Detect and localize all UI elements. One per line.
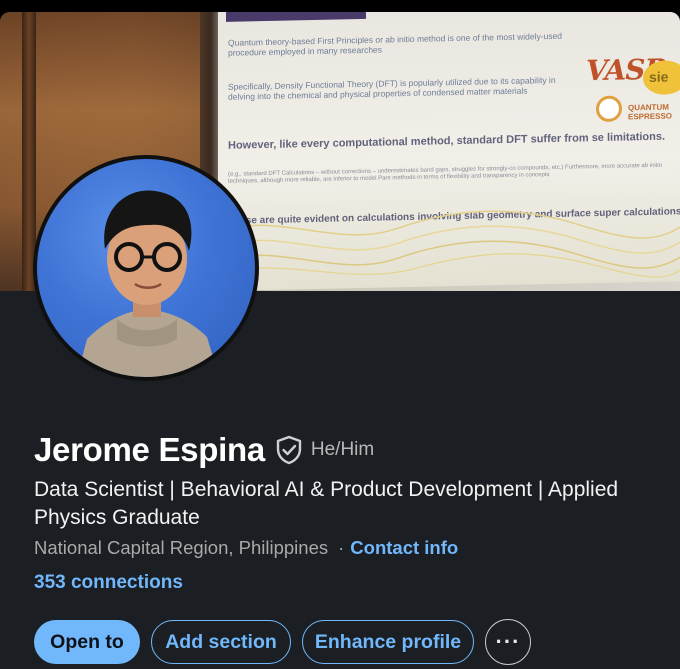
more-actions-button[interactable]: ··· xyxy=(485,619,531,665)
name-row: Jerome Espina He/Him xyxy=(34,428,374,472)
contact-info-link[interactable]: Contact info xyxy=(350,537,458,559)
open-to-button[interactable]: Open to xyxy=(34,620,140,664)
slide-text-2: Specifically, Density Functional Theory … xyxy=(228,74,556,102)
profile-card: Quantum theory-based First Principles or… xyxy=(0,12,680,669)
shield-check-icon[interactable] xyxy=(275,435,303,465)
add-section-button[interactable]: Add section xyxy=(151,620,291,664)
profile-name: Jerome Espina xyxy=(34,431,265,468)
profile-location: National Capital Region, Philippines xyxy=(34,537,329,558)
siesta-logo: sie xyxy=(643,60,680,96)
quantum-espresso-logo-icon xyxy=(596,95,622,123)
slide-text-3: However, like every computational method… xyxy=(228,130,666,152)
profile-avatar[interactable] xyxy=(33,155,259,381)
profile-pronouns: He/Him xyxy=(310,439,375,460)
slide-header-bar xyxy=(226,12,366,22)
profile-actions: Open to Add section Enhance profile ··· xyxy=(34,619,542,665)
connections-link[interactable]: 353 connections xyxy=(34,572,183,594)
profile-headline: Data Scientist | Behavioral AI & Product… xyxy=(34,478,619,529)
location-separator: · xyxy=(338,537,345,558)
enhance-profile-button[interactable]: Enhance profile xyxy=(302,620,474,664)
profile-photo-illustration xyxy=(77,190,219,377)
ellipsis-icon: ··· xyxy=(495,629,521,654)
profile-photo xyxy=(37,159,255,377)
banner-presentation-slide: Quantum theory-based First Principles or… xyxy=(218,12,680,291)
slide-wave-decoration xyxy=(218,210,680,278)
slide-text-1: Quantum theory-based First Principles or… xyxy=(228,30,563,58)
location-row: National Capital Region, Philippines · C… xyxy=(34,537,458,559)
quantum-espresso-logo-text: QUANTUM ESPRESSO xyxy=(628,102,673,122)
slide-text-4: (e.g., standard DFT Calculations – witho… xyxy=(228,162,663,185)
